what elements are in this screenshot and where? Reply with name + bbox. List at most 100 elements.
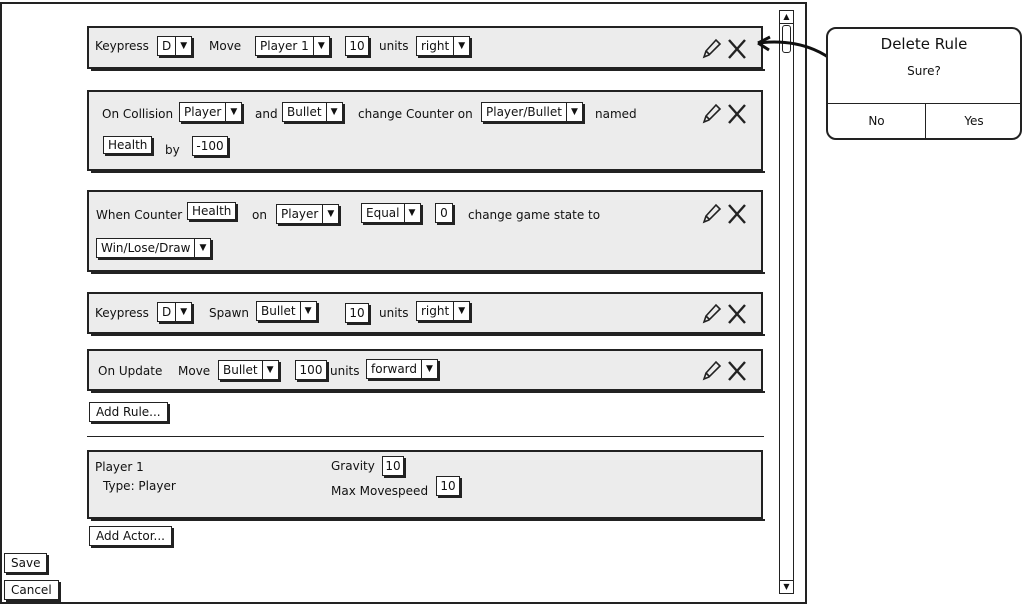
rule-3-cmp-dropdown[interactable]: Equal ▼ — [361, 203, 421, 223]
chevron-down-icon: ▼ — [299, 302, 316, 320]
rule-5-dir-dropdown[interactable]: forward ▼ — [366, 359, 439, 379]
chevron-down-icon: ▼ — [453, 37, 469, 55]
pencil-icon[interactable] — [700, 202, 722, 226]
rule-2-target-value: Player/Bullet — [486, 105, 562, 119]
rule-3-value-input[interactable]: 0 — [435, 203, 453, 223]
chevron-down-icon: ▼ — [403, 204, 420, 222]
cancel-button[interactable]: Cancel — [4, 580, 59, 600]
chevron-down-icon: ▼ — [421, 360, 437, 378]
rule-2-amount-input[interactable]: -100 — [192, 136, 228, 156]
pencil-icon[interactable] — [700, 302, 722, 326]
rule-2-label-change: change Counter on — [358, 107, 473, 121]
rule-3-label-on: on — [252, 208, 267, 222]
chevron-down-icon: ▼ — [175, 37, 191, 55]
rule-panel-2: On Collision Player ▼ and Bullet ▼ chang… — [87, 90, 765, 173]
rule-3-state-dropdown[interactable]: Win/Lose/Draw ▼ — [96, 238, 212, 258]
chevron-down-icon: ▼ — [565, 103, 582, 121]
rule-4-label-units: units — [379, 306, 409, 320]
rule-4-label-spawn: Spawn — [209, 306, 250, 320]
rule-1-label-keypress: Keypress — [95, 39, 149, 53]
rule-5-obj-dropdown[interactable]: Bullet ▼ — [218, 360, 279, 380]
rule-panel-3: When Counter Health on Player ▼ Equal ▼ … — [87, 190, 765, 274]
rule-3-state-value: Win/Lose/Draw — [101, 241, 191, 255]
rule-1-key-dropdown[interactable]: D ▼ — [157, 36, 193, 56]
chevron-down-icon: ▼ — [194, 239, 210, 257]
rule-5-label-move: Move — [178, 364, 211, 378]
scroll-up-icon[interactable]: ▲ — [780, 11, 793, 24]
rule-5-obj-value: Bullet — [223, 363, 258, 377]
rule-1-dir-dropdown[interactable]: right ▼ — [416, 36, 471, 56]
rule-4-key-dropdown[interactable]: D ▼ — [157, 302, 193, 322]
close-icon[interactable] — [726, 202, 748, 226]
rule-2-obj1-value: Player — [184, 105, 222, 119]
rule-3-counter-input[interactable]: Health — [187, 202, 237, 220]
pencil-icon[interactable] — [700, 37, 722, 61]
rule-4-obj-value: Bullet — [261, 304, 296, 318]
dialog-no-button[interactable]: No — [828, 104, 925, 138]
pencil-icon[interactable] — [700, 102, 722, 126]
chevron-down-icon: ▼ — [261, 361, 278, 379]
actor-panel: Player 1 Type: Player Gravity 10 Max Mov… — [87, 450, 765, 521]
chevron-down-icon: ▼ — [175, 303, 191, 321]
actor-type: Type: Player — [103, 479, 176, 493]
rule-5-label-update: On Update — [98, 364, 163, 378]
rule-1-label-units: units — [379, 39, 409, 53]
dialog-title: Delete Rule — [880, 35, 968, 53]
scroll-down-icon[interactable]: ▼ — [780, 580, 793, 593]
rule-1-target-dropdown[interactable]: Player 1 ▼ — [255, 36, 330, 56]
add-actor-button[interactable]: Add Actor... — [89, 526, 172, 546]
chevron-down-icon: ▼ — [325, 103, 342, 121]
rule-2-target-dropdown[interactable]: Player/Bullet ▼ — [481, 102, 583, 122]
rule-4-dir-dropdown[interactable]: right ▼ — [416, 301, 471, 321]
rule-2-obj2-dropdown[interactable]: Bullet ▼ — [282, 102, 343, 122]
gravity-input[interactable]: 10 — [382, 456, 404, 476]
rule-2-label-by: by — [165, 143, 180, 157]
rule-4-obj-dropdown[interactable]: Bullet ▼ — [256, 301, 317, 321]
movespeed-label: Max Movespeed — [331, 484, 429, 498]
rule-5-dir-value: forward — [371, 362, 418, 376]
rule-3-label-change: change game state to — [468, 208, 601, 222]
rule-panel-4: Keypress D ▼ Spawn Bullet ▼ 10 units rig… — [87, 292, 765, 336]
close-icon[interactable] — [726, 102, 748, 126]
rule-5-amount-input[interactable]: 100 — [295, 360, 327, 380]
rule-1-key-value: D — [162, 39, 172, 53]
rule-3-label-when: When Counter — [96, 208, 183, 222]
gravity-label: Gravity — [331, 459, 375, 473]
rule-4-label-keypress: Keypress — [95, 306, 149, 320]
actor-name: Player 1 — [95, 460, 144, 474]
rule-1-dir-value: right — [421, 39, 450, 53]
rule-4-amount-input[interactable]: 10 — [345, 303, 369, 323]
rule-5-label-units: units — [330, 364, 360, 378]
chevron-down-icon: ▼ — [453, 302, 469, 320]
rule-2-counter-input[interactable]: Health — [103, 136, 153, 154]
rule-1-target-value: Player 1 — [260, 39, 309, 53]
delete-rule-dialog: Delete Rule Sure? No Yes — [826, 27, 1022, 140]
rule-3-target-value: Player — [281, 207, 319, 221]
dialog-message: Sure? — [907, 64, 941, 78]
section-divider — [87, 436, 764, 437]
rule-3-target-dropdown[interactable]: Player ▼ — [276, 204, 340, 224]
close-icon[interactable] — [726, 302, 748, 326]
rule-2-label-named: named — [595, 107, 637, 121]
rule-1-label-move: Move — [209, 39, 242, 53]
close-icon[interactable] — [726, 359, 748, 383]
chevron-down-icon: ▼ — [322, 205, 338, 223]
chevron-down-icon: ▼ — [312, 37, 329, 55]
movespeed-input[interactable]: 10 — [436, 476, 460, 496]
pencil-icon[interactable] — [700, 359, 722, 383]
dialog-yes-button[interactable]: Yes — [926, 104, 1022, 138]
rule-4-key-value: D — [162, 305, 172, 319]
rule-2-label-and: and — [255, 107, 278, 121]
chevron-down-icon: ▼ — [225, 103, 241, 121]
rule-2-label-collision: On Collision — [102, 107, 174, 121]
rule-3-cmp-value: Equal — [366, 206, 400, 220]
vertical-scrollbar[interactable]: ▲ ▼ — [779, 10, 794, 594]
add-rule-button[interactable]: Add Rule... — [89, 402, 168, 422]
rule-2-obj1-dropdown[interactable]: Player ▼ — [179, 102, 243, 122]
save-button[interactable]: Save — [4, 553, 48, 573]
rule-4-dir-value: right — [421, 304, 450, 318]
rule-panel-5: On Update Move Bullet ▼ 100 units forwar… — [87, 349, 765, 393]
rule-2-obj2-value: Bullet — [287, 105, 322, 119]
rule-panel-1: Keypress D ▼ Move Player 1 ▼ 10 units ri… — [87, 26, 765, 71]
rule-1-amount-input[interactable]: 10 — [345, 36, 369, 56]
